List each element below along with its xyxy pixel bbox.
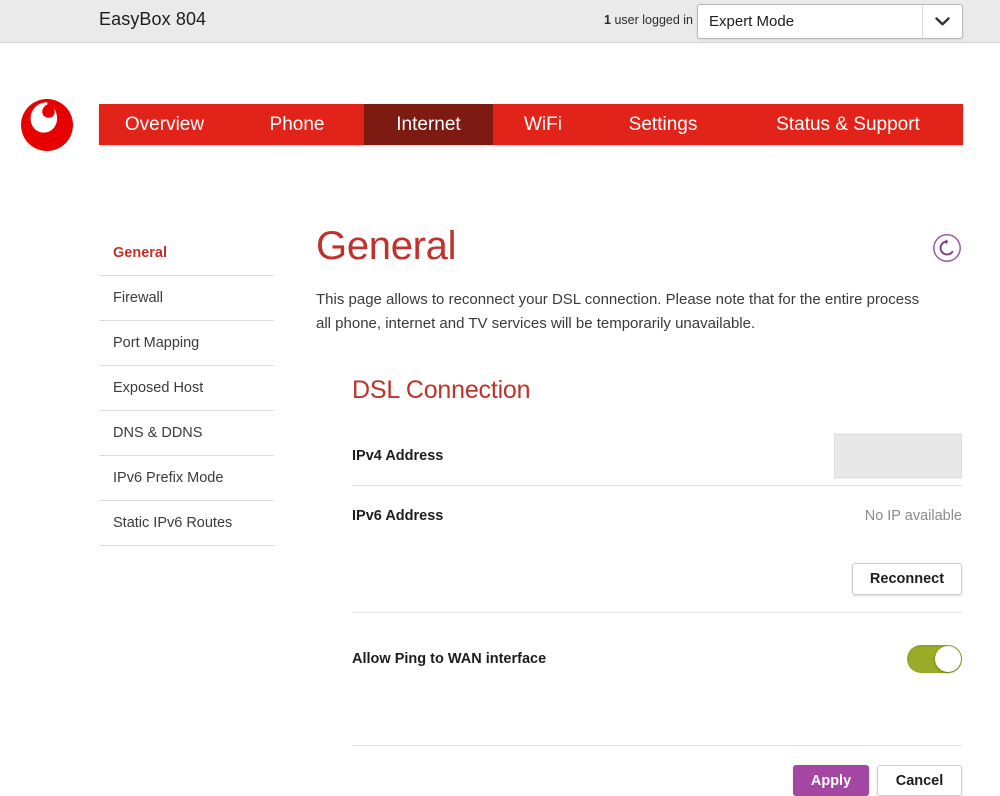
allow-ping-toggle[interactable]: [907, 645, 962, 673]
section-title-dsl-connection: DSL Connection: [352, 376, 531, 404]
mode-select-value: Expert Mode: [709, 13, 795, 30]
logged-in-user-count: 1: [604, 13, 611, 27]
row-ipv6-address: IPv6 Address No IP available: [352, 486, 962, 545]
sidebar-item-ipv6-prefix-mode[interactable]: IPv6 Prefix Mode: [99, 456, 274, 501]
row-allow-ping: Allow Ping to WAN interface: [352, 613, 962, 705]
mode-select[interactable]: Expert Mode: [697, 4, 963, 39]
nav-item-phone[interactable]: Phone: [230, 104, 364, 145]
page-description: This page allows to reconnect your DSL c…: [316, 291, 920, 332]
row-ipv4-address: IPv4 Address: [352, 427, 962, 486]
nav-item-overview[interactable]: Overview: [99, 104, 230, 145]
logged-in-status: 1 user logged in: [604, 13, 693, 27]
sidebar-item-dns-ddns[interactable]: DNS & DDNS: [99, 411, 274, 456]
reconnect-wrap: Reconnect: [852, 562, 962, 595]
row-reconnect: Reconnect: [352, 545, 962, 613]
footer-divider: [352, 745, 962, 746]
nav-item-wifi[interactable]: WiFi: [493, 104, 593, 145]
toggle-knob: [935, 646, 961, 672]
nav-item-label: Phone: [269, 113, 325, 135]
nav-item-status-support[interactable]: Status & Support: [733, 104, 963, 145]
sidebar-item-exposed-host[interactable]: Exposed Host: [99, 366, 274, 411]
nav-item-label: Internet: [396, 113, 461, 135]
sidebar-item-static-ipv6-routes[interactable]: Static IPv6 Routes: [99, 501, 274, 546]
top-utility-bar: EasyBox 804 1 user logged in Expert Mode: [0, 0, 1000, 43]
nav-item-label: Status & Support: [776, 113, 920, 135]
reload-help-icon[interactable]: [932, 233, 962, 263]
footer-actions: Apply Cancel: [316, 765, 962, 796]
ipv6-address-label: IPv6 Address: [352, 507, 444, 524]
nav-item-internet[interactable]: Internet: [364, 104, 493, 145]
ipv4-address-label: IPv4 Address: [352, 448, 444, 464]
cancel-button[interactable]: Cancel: [877, 765, 962, 796]
nav-item-label: WiFi: [524, 113, 562, 135]
apply-button[interactable]: Apply: [793, 765, 869, 796]
ipv4-address-value-wrap: [834, 433, 962, 479]
sidebar-item-port-mapping[interactable]: Port Mapping: [99, 321, 274, 366]
main-nav: Overview Phone Internet WiFi Settings St…: [99, 104, 963, 145]
brand-nav-bar: Overview Phone Internet WiFi Settings St…: [0, 43, 1000, 151]
sidebar: General Firewall Port Mapping Exposed Ho…: [99, 231, 274, 546]
sidebar-item-label: Static IPv6 Routes: [113, 515, 233, 531]
sidebar-item-label: Exposed Host: [113, 380, 204, 396]
ipv6-address-value-wrap: No IP available: [865, 508, 962, 524]
device-title: EasyBox 804: [99, 9, 207, 29]
reconnect-button[interactable]: Reconnect: [852, 562, 962, 595]
sidebar-item-label: Port Mapping: [113, 335, 200, 351]
page-title: General: [316, 224, 457, 268]
sidebar-item-label: DNS & DDNS: [113, 425, 203, 441]
nav-item-label: Overview: [124, 113, 205, 135]
vodafone-logo: [20, 98, 74, 152]
sidebar-item-firewall[interactable]: Firewall: [99, 276, 274, 321]
allow-ping-toggle-wrap: [907, 645, 962, 673]
logged-in-user-label: user logged in: [614, 13, 693, 27]
nav-item-settings[interactable]: Settings: [593, 104, 733, 145]
sidebar-item-label: IPv6 Prefix Mode: [113, 470, 224, 486]
sidebar-item-general[interactable]: General: [99, 231, 274, 276]
ipv6-address-value: No IP available: [864, 507, 962, 524]
chevron-down-icon[interactable]: [922, 5, 962, 38]
main-content: General This page allows to reconnect yo…: [316, 225, 962, 796]
ipv4-address-field[interactable]: [834, 433, 962, 479]
sidebar-item-label: General: [113, 245, 167, 261]
sidebar-item-label: Firewall: [113, 290, 163, 306]
allow-ping-label: Allow Ping to WAN interface: [352, 651, 547, 667]
settings-rows: IPv4 Address IPv6 Address No IP availabl…: [316, 427, 962, 705]
nav-item-label: Settings: [628, 113, 698, 135]
